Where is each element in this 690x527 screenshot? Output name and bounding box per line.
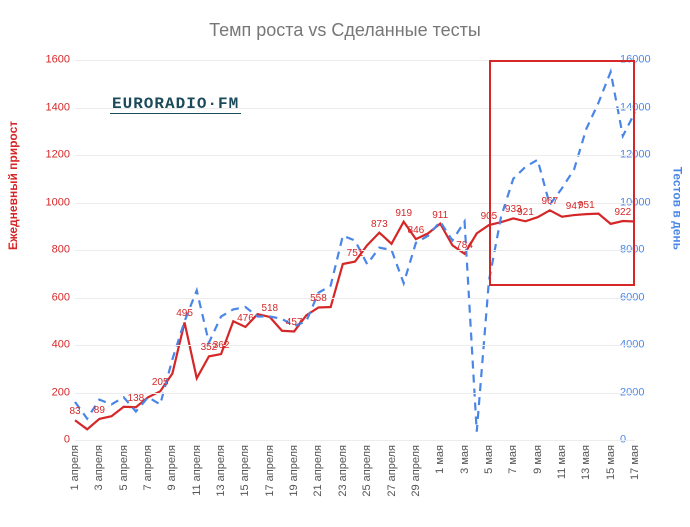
data-label: 784: [456, 240, 473, 251]
gridline: [75, 393, 635, 394]
data-label: 911: [432, 210, 448, 221]
data-label: 83: [69, 406, 80, 417]
y1-tick: 1000: [30, 197, 70, 208]
data-label: 921: [517, 207, 534, 218]
data-label: 751: [347, 248, 364, 259]
x-tick: 21 апреля: [312, 445, 324, 497]
data-label: 919: [395, 208, 412, 219]
data-label: 89: [94, 405, 105, 416]
x-tick: 11 апреля: [191, 445, 203, 496]
x-tick: 17 мая: [629, 445, 641, 480]
x-tick: 5 апреля: [118, 445, 130, 491]
y1-tick: 1400: [30, 102, 70, 113]
x-tick: 3 апреля: [93, 445, 105, 491]
x-tick: 1 мая: [434, 445, 446, 474]
y1-tick: 800: [30, 245, 70, 256]
data-label: 205: [152, 377, 169, 388]
x-tick: 15 апреля: [239, 445, 251, 497]
data-label: 558: [310, 293, 327, 304]
y1-tick: 400: [30, 340, 70, 351]
x-tick: 25 апреля: [361, 445, 373, 497]
chart-title: Темп роста vs Сделанные тесты: [0, 20, 690, 41]
x-tick: 9 апреля: [166, 445, 178, 491]
data-label: 138: [128, 393, 145, 404]
data-label: 846: [408, 225, 425, 236]
y1-tick: 600: [30, 292, 70, 303]
x-ticks: 1 апреля3 апреля5 апреля7 апреля9 апреля…: [75, 445, 635, 515]
y1-tick: 1200: [30, 150, 70, 161]
x-tick: 7 апреля: [142, 445, 154, 491]
data-label: 518: [261, 303, 278, 314]
data-label: 457: [286, 317, 303, 328]
y1-tick: 200: [30, 387, 70, 398]
logo: euroradio·fm: [110, 95, 241, 114]
y1-ticks: 02004006008001000120014001600: [30, 60, 70, 440]
x-tick: 7 мая: [507, 445, 519, 474]
data-label: 362: [213, 340, 230, 351]
x-tick: 29 апреля: [410, 445, 422, 497]
y1-axis-label: Ежедневный прирост: [6, 121, 20, 250]
chart-container: Темп роста vs Сделанные тесты Ежедневный…: [0, 0, 690, 527]
y1-tick: 0: [30, 435, 70, 446]
x-tick: 13 мая: [580, 445, 592, 480]
data-label: 476: [237, 313, 254, 324]
x-tick: 23 апреля: [337, 445, 349, 497]
x-tick: 27 апреля: [386, 445, 398, 497]
x-tick: 5 мая: [483, 445, 495, 474]
data-label: 873: [371, 219, 388, 230]
logo-text: euroradio·fm: [110, 95, 241, 114]
data-label: 967: [541, 196, 558, 207]
x-tick: 1 апреля: [69, 445, 81, 491]
data-label: 905: [481, 211, 498, 222]
x-tick: 19 апреля: [288, 445, 300, 497]
x-tick: 3 мая: [459, 445, 471, 474]
highlight-box: [489, 60, 635, 286]
gridline: [75, 298, 635, 299]
gridline: [75, 345, 635, 346]
x-tick: 17 апреля: [264, 445, 276, 497]
data-label: 495: [176, 308, 193, 319]
gridline: [75, 440, 635, 441]
x-tick: 13 апреля: [215, 445, 227, 497]
y1-tick: 1600: [30, 55, 70, 66]
x-tick: 11 мая: [556, 445, 568, 479]
x-tick: 9 мая: [532, 445, 544, 474]
plot-area: 8389138205495352362476518457558751873919…: [75, 60, 635, 440]
y2-axis-label: Тестов в день: [670, 167, 684, 250]
data-label: 922: [614, 207, 631, 218]
x-tick: 15 мая: [605, 445, 617, 480]
data-label: 951: [578, 200, 595, 211]
